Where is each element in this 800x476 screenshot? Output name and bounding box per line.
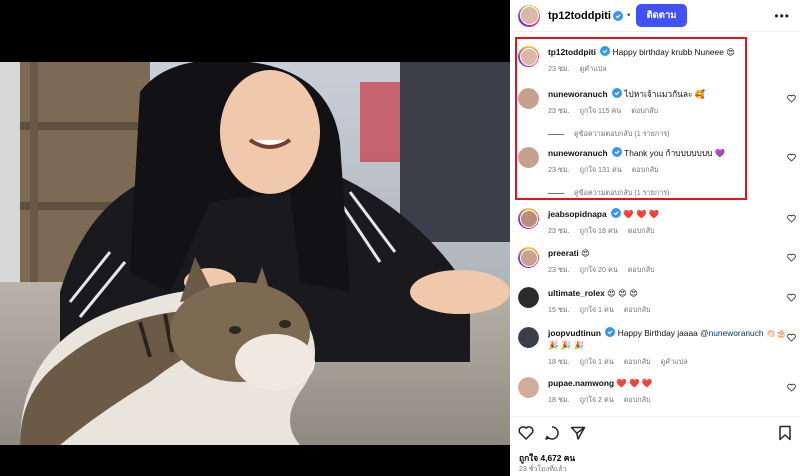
comment-emoji: 😍 xyxy=(581,248,590,258)
post-photo[interactable] xyxy=(0,62,510,445)
comment-meta: 23 ชม. ถูกใจ 18 คน ตอบกลับ xyxy=(548,226,800,237)
author-avatar[interactable] xyxy=(518,4,540,27)
comment-likes[interactable]: ถูกใจ 20 คน xyxy=(580,265,618,274)
reply-link[interactable]: ตอบกลับ xyxy=(624,395,651,404)
highlight-box xyxy=(515,37,747,200)
post-actions xyxy=(518,425,586,441)
post-photo-pane xyxy=(0,0,510,476)
comment-body: Happy Birthday jaaaa xyxy=(617,328,698,338)
follow-button[interactable]: ติดตาม xyxy=(636,4,687,27)
comment-item: preerati 😍 23 ชม. ถูกใจ 20 คน ตอบกลับ xyxy=(518,247,800,276)
comment-time: 18 ชม. xyxy=(548,395,570,404)
comment-meta: 18 ชม. ถูกใจ 2 คน ตอบกลับ xyxy=(548,395,800,406)
post-timestamp: 23 ชั่วโมงที่แล้ว xyxy=(519,466,567,473)
comment-likes[interactable]: ถูกใจ 1 คน xyxy=(580,305,614,314)
bookmark-icon[interactable] xyxy=(778,425,792,441)
comments-panel: tp12toddpiti • ติดตาม ••• tp12toddpiti H… xyxy=(510,0,800,476)
comment-text: ultimate_rolex 😍 😍 😍 xyxy=(548,287,800,299)
more-options-icon[interactable]: ••• xyxy=(774,9,790,23)
comment-username[interactable]: pupae.namwong xyxy=(548,378,614,388)
likes-count[interactable]: ถูกใจ 4,672 คน xyxy=(519,451,575,465)
comment-meta: 15 ชม. ถูกใจ 1 คน ตอบกลับ xyxy=(548,305,800,316)
commenter-avatar[interactable] xyxy=(518,327,539,348)
comment-item: pupae.namwong ❤️ ❤️ ❤️ 18 ชม. ถูกใจ 2 คน… xyxy=(518,377,800,406)
comment-time: 23 ชม. xyxy=(548,265,570,274)
comment-username[interactable]: ultimate_rolex xyxy=(548,288,605,298)
comment-username[interactable]: joopvudtinun xyxy=(548,328,601,338)
comment-mention[interactable]: @nuneworanuch xyxy=(700,328,763,338)
comment-emoji-line2: 🎉 🎉 🎉 xyxy=(548,340,584,350)
like-comment-heart-icon[interactable] xyxy=(787,293,796,302)
comment-meta: 18 ชม. ถูกใจ 1 คน ตอบกลับ ดูคำแปล xyxy=(548,357,800,368)
photo-illustration xyxy=(0,62,510,445)
heart-icon[interactable] xyxy=(518,425,534,441)
like-comment-heart-icon[interactable] xyxy=(787,383,796,392)
reply-link[interactable]: ตอบกลับ xyxy=(624,357,651,366)
translate-link[interactable]: ดูคำแปล xyxy=(661,357,688,366)
comment-emoji: 👏🏻🎂 xyxy=(765,328,787,338)
comment-username[interactable]: preerati xyxy=(548,248,579,258)
post-header: tp12toddpiti • ติดตาม ••• xyxy=(510,0,800,32)
reply-link[interactable]: ตอบกลับ xyxy=(624,305,651,314)
comment-text: pupae.namwong ❤️ ❤️ ❤️ xyxy=(548,377,800,389)
comment-emoji: ❤️ ❤️ ❤️ xyxy=(623,209,660,219)
verified-badge-icon xyxy=(605,327,616,337)
commenter-avatar[interactable] xyxy=(518,377,539,398)
comment-text: jeabsopidnapa ❤️ ❤️ ❤️ xyxy=(548,208,800,220)
post-footer: ถูกใจ 4,672 คน 23 ชั่วโมงที่แล้ว xyxy=(510,416,800,476)
commenter-avatar[interactable] xyxy=(518,208,539,229)
like-comment-heart-icon[interactable] xyxy=(787,214,796,223)
comment-text: preerati 😍 xyxy=(548,247,800,259)
commenter-avatar[interactable] xyxy=(518,247,539,268)
verified-badge-icon xyxy=(610,208,621,218)
like-comment-heart-icon[interactable] xyxy=(787,94,796,103)
reply-link[interactable]: ตอบกลับ xyxy=(628,226,655,235)
like-comment-heart-icon[interactable] xyxy=(787,333,796,342)
verified-badge-icon xyxy=(612,10,623,21)
comment-meta: 23 ชม. ถูกใจ 20 คน ตอบกลับ xyxy=(548,265,800,276)
comment-likes[interactable]: ถูกใจ 1 คน xyxy=(580,357,614,366)
comment-item: ultimate_rolex 😍 😍 😍 15 ชม. ถูกใจ 1 คน ต… xyxy=(518,287,800,316)
like-comment-heart-icon[interactable] xyxy=(787,153,796,162)
comment-time: 23 ชม. xyxy=(548,226,570,235)
comment-text: joopvudtinun Happy Birthday jaaaa @nunew… xyxy=(548,327,800,351)
comment-time: 15 ชม. xyxy=(548,305,570,314)
comment-emoji: 😍 😍 😍 xyxy=(607,288,638,298)
comment-item: jeabsopidnapa ❤️ ❤️ ❤️ 23 ชม. ถูกใจ 18 ค… xyxy=(518,208,800,237)
reply-link[interactable]: ตอบกลับ xyxy=(628,265,655,274)
comment-time: 18 ชม. xyxy=(548,357,570,366)
comment-emoji: ❤️ ❤️ ❤️ xyxy=(616,378,653,388)
separator-dot: • xyxy=(626,10,631,21)
comment-likes[interactable]: ถูกใจ 18 คน xyxy=(580,226,618,235)
author-username[interactable]: tp12toddpiti xyxy=(548,10,611,22)
comment-item: joopvudtinun Happy Birthday jaaaa @nunew… xyxy=(518,327,800,368)
commenter-avatar[interactable] xyxy=(518,287,539,308)
comment-likes[interactable]: ถูกใจ 2 คน xyxy=(580,395,614,404)
comment-icon[interactable] xyxy=(544,425,560,441)
like-comment-heart-icon[interactable] xyxy=(787,253,796,262)
share-icon[interactable] xyxy=(570,425,586,441)
comment-username[interactable]: jeabsopidnapa xyxy=(548,209,607,219)
